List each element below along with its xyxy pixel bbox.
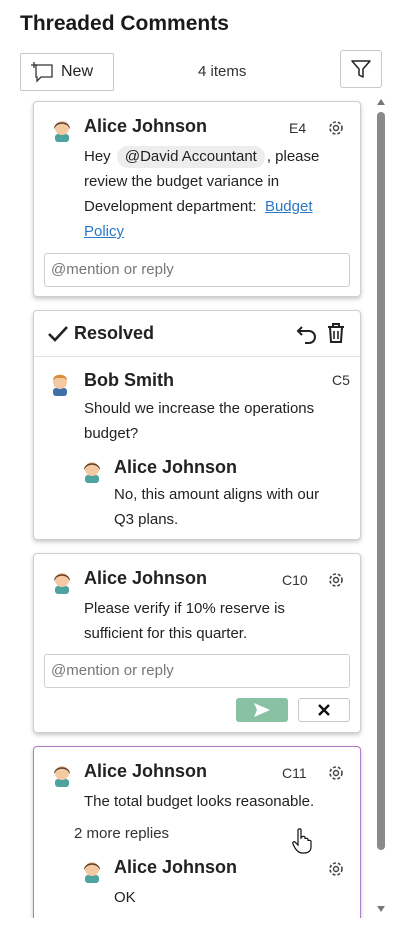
comment-text: Please verify if 10% reserve is sufficie… <box>84 600 285 642</box>
reply-author: Alice Johnson <box>114 457 238 477</box>
comment-list: Alice Johnson E4 Hey @David Accountant, … <box>0 96 408 918</box>
send-icon <box>254 703 270 717</box>
filter-icon <box>351 60 371 78</box>
cell-reference[interactable]: E4 <box>289 120 306 136</box>
comment-text: The total budget looks reasonable. <box>84 793 315 810</box>
filter-button[interactable] <box>340 50 382 88</box>
reply-author: Alice Johnson <box>114 857 238 877</box>
reply-text: No, this amount aligns with our Q3 plans… <box>114 486 320 528</box>
comment-author: Alice Johnson <box>84 116 208 136</box>
toolbar: New 4 items <box>20 50 382 91</box>
avatar <box>84 862 100 883</box>
comment-author: Bob Smith <box>84 370 174 390</box>
reply-text: OK <box>114 889 136 906</box>
resolved-label: Resolved <box>74 323 155 343</box>
gear-icon[interactable] <box>326 763 346 783</box>
new-comment-label: New <box>61 63 94 80</box>
panel-title: Threaded Comments <box>20 12 229 35</box>
comment-author: Alice Johnson <box>84 761 208 781</box>
comment-thread[interactable]: Alice Johnson E4 Hey @David Accountant, … <box>33 101 361 297</box>
comment-author: Alice Johnson <box>84 568 208 588</box>
resolved-header: Resolved <box>34 311 360 357</box>
link-budget-policy-cont[interactable]: Policy <box>84 223 124 240</box>
comment-text: Hey @David Accountant, please review the… <box>84 146 320 240</box>
cell-reference[interactable]: C5 <box>332 372 350 388</box>
gear-icon[interactable] <box>326 118 346 138</box>
send-button[interactable] <box>236 698 288 722</box>
more-replies-link[interactable]: 2 more replies <box>74 825 169 842</box>
avatar <box>53 374 67 396</box>
close-icon <box>318 704 330 716</box>
cell-reference[interactable]: C10 <box>282 572 308 588</box>
cell-reference[interactable]: C11 <box>282 765 307 781</box>
item-count: 4 items <box>198 63 247 80</box>
gear-icon[interactable] <box>326 859 346 879</box>
avatar <box>54 121 70 142</box>
reopen-icon[interactable] <box>296 323 318 345</box>
avatar <box>84 462 100 483</box>
comment-thread[interactable]: Alice Johnson C10 Please verify if 10% r… <box>33 553 361 733</box>
comment-text: Should we increase the operations budget… <box>84 400 315 442</box>
scroll-down-arrow[interactable] <box>377 906 385 912</box>
avatar <box>54 573 70 594</box>
scrollbar[interactable] <box>374 96 388 918</box>
avatar <box>54 766 70 787</box>
new-comment-icon <box>31 62 53 83</box>
scroll-up-arrow[interactable] <box>377 99 385 105</box>
cancel-button[interactable] <box>298 698 350 722</box>
trash-icon[interactable] <box>326 322 346 344</box>
comment-thread-resolved[interactable]: Resolved Bob Smith C5 Should we increase… <box>33 310 361 540</box>
new-comment-button[interactable]: New <box>20 53 114 91</box>
scroll-thumb[interactable] <box>377 112 385 850</box>
mention-chip[interactable]: @David Accountant <box>116 146 265 168</box>
checkmark-icon <box>48 326 68 342</box>
reply-input[interactable]: @mention or reply <box>44 654 350 688</box>
gear-icon[interactable] <box>326 570 346 590</box>
hand-cursor-icon <box>292 828 312 854</box>
link-budget-policy[interactable]: Budget <box>265 198 313 215</box>
reply-input[interactable]: @mention or reply <box>44 253 350 287</box>
